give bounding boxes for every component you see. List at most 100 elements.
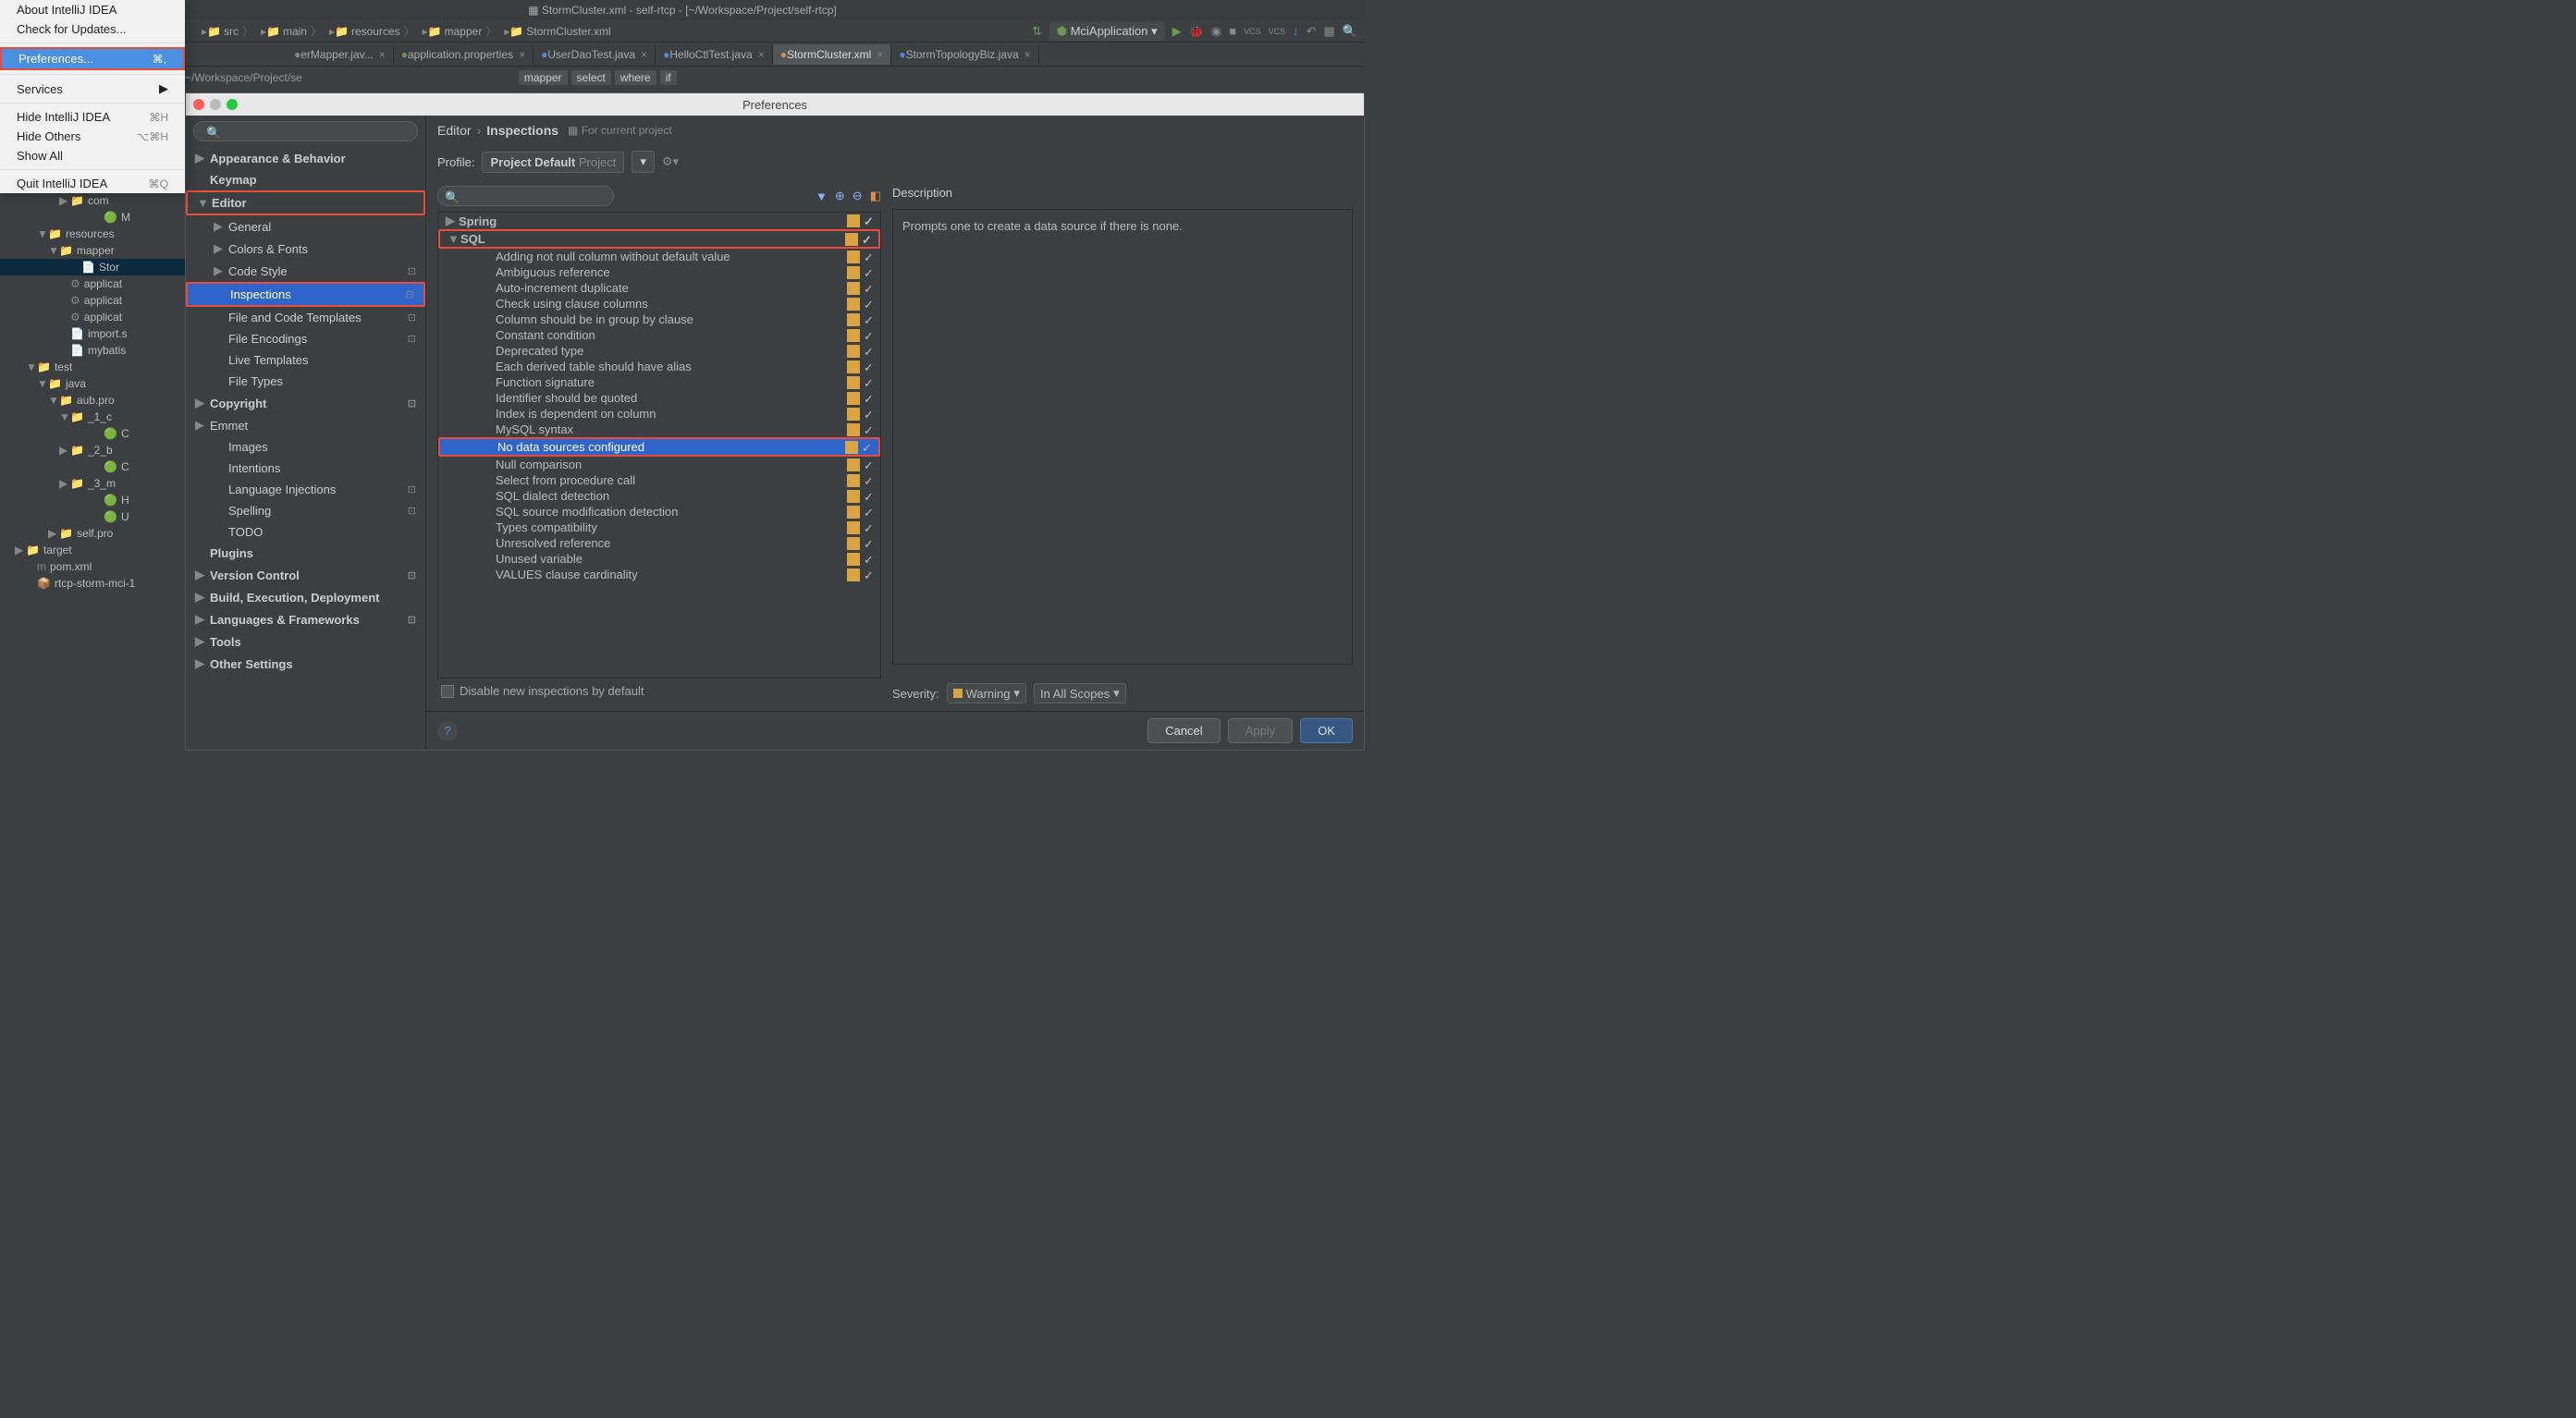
minimize-window-icon[interactable] — [210, 99, 221, 110]
prefs-category[interactable]: ▶Languages & Frameworks⊡ — [186, 608, 425, 630]
tree-node[interactable]: 🟢C — [0, 425, 185, 442]
tree-node[interactable]: 🟢U — [0, 508, 185, 525]
inspection-item[interactable]: Unused variable✓ — [438, 551, 880, 567]
path-tag[interactable]: mapper — [519, 70, 568, 85]
checkbox[interactable]: ✓ — [864, 266, 877, 279]
prefs-category[interactable]: ▶Version Control⊡ — [186, 564, 425, 586]
inspection-item[interactable]: MySQL syntax✓ — [438, 422, 880, 437]
menu-item[interactable]: Hide Others⌥⌘H — [0, 127, 185, 146]
preferences-search-input[interactable] — [193, 121, 418, 141]
tree-node[interactable]: ⚙applicat — [0, 309, 185, 325]
inspection-category[interactable]: ▼SQL✓ — [438, 229, 880, 249]
prefs-category[interactable]: Keymap — [186, 169, 425, 190]
vcs-label-2[interactable]: VCS — [1269, 27, 1286, 36]
tree-node[interactable]: ▼📁aub.pro — [0, 392, 185, 409]
crumb-editor[interactable]: Editor — [437, 123, 472, 138]
prefs-category[interactable]: File Types — [186, 371, 425, 392]
menu-item[interactable]: Services▶ — [0, 79, 185, 99]
inspection-item[interactable]: Auto-increment duplicate✓ — [438, 280, 880, 296]
inspection-item[interactable]: Constant condition✓ — [438, 327, 880, 343]
close-window-icon[interactable] — [193, 99, 204, 110]
checkbox[interactable]: ✓ — [864, 568, 877, 581]
checkbox[interactable]: ✓ — [864, 313, 877, 326]
filter-icon[interactable]: ▼ — [816, 189, 828, 203]
vcs-down-icon[interactable]: ↓ — [1293, 24, 1299, 38]
prefs-category[interactable]: ▶Copyright⊡ — [186, 392, 425, 414]
inspection-item[interactable]: Identifier should be quoted✓ — [438, 390, 880, 406]
checkbox[interactable]: ✓ — [864, 345, 877, 358]
editor-tab[interactable]: ● erMapper.jav... × — [287, 44, 394, 65]
preferences-sidebar[interactable]: 🔍 ▶Appearance & BehaviorKeymap▼Editor▶Ge… — [186, 116, 426, 750]
search-icon[interactable]: 🔍 — [1343, 24, 1357, 39]
tree-node[interactable]: 📄import.s — [0, 325, 185, 342]
prefs-category[interactable]: Intentions — [186, 458, 425, 479]
prefs-category[interactable]: Images — [186, 436, 425, 458]
prefs-category[interactable]: ▶Colors & Fonts — [186, 238, 425, 260]
prefs-category[interactable]: Spelling⊡ — [186, 500, 425, 521]
path-tag[interactable]: where — [615, 70, 656, 85]
prefs-category[interactable]: ▶Code Style⊡ — [186, 260, 425, 282]
tree-node[interactable]: ▼📁_1_c — [0, 409, 185, 425]
prefs-category[interactable]: Language Injections⊡ — [186, 479, 425, 500]
disable-new-checkbox-row[interactable]: Disable new inspections by default — [437, 678, 881, 703]
prefs-category[interactable]: ▶Tools — [186, 630, 425, 653]
tree-node[interactable]: ▼📁test — [0, 359, 185, 375]
inspection-item[interactable]: No data sources configured✓ — [438, 437, 880, 457]
tree-node[interactable]: ▶📁_3_m — [0, 475, 185, 492]
close-tab-icon[interactable]: × — [877, 48, 883, 61]
close-tab-icon[interactable]: × — [641, 48, 647, 61]
path-tag[interactable]: select — [571, 70, 611, 85]
checkbox[interactable]: ✓ — [862, 233, 875, 246]
vcs-label-1[interactable]: VCS — [1244, 27, 1261, 36]
checkbox[interactable]: ✓ — [864, 376, 877, 389]
checkbox[interactable]: ✓ — [864, 506, 877, 519]
prefs-category[interactable]: File and Code Templates⊡ — [186, 307, 425, 328]
close-tab-icon[interactable]: × — [519, 48, 525, 61]
gear-icon[interactable]: ⚙▾ — [662, 154, 679, 169]
checkbox[interactable]: ✓ — [864, 521, 877, 534]
ok-button[interactable]: OK — [1300, 718, 1353, 743]
checkbox[interactable]: ✓ — [864, 490, 877, 503]
inspection-item[interactable]: Types compatibility✓ — [438, 520, 880, 535]
profile-dropdown[interactable]: ▾ — [632, 151, 655, 173]
checkbox[interactable]: ✓ — [864, 408, 877, 421]
profile-selector[interactable]: Project Default Project — [482, 152, 624, 173]
inspections-search-input[interactable] — [437, 186, 614, 206]
tree-node[interactable]: ▶📁com — [0, 192, 185, 209]
checkbox[interactable]: ✓ — [864, 298, 877, 311]
tree-node[interactable]: ▼📁resources — [0, 226, 185, 242]
prefs-category[interactable]: TODO — [186, 521, 425, 543]
prefs-category[interactable]: Live Templates — [186, 349, 425, 371]
inspection-item[interactable]: Check using clause columns✓ — [438, 296, 880, 312]
tree-node[interactable]: 📄mybatis — [0, 342, 185, 359]
inspection-item[interactable]: Function signature✓ — [438, 374, 880, 390]
close-tab-icon[interactable]: × — [379, 48, 386, 61]
layout-icon[interactable]: ▦ — [1324, 24, 1335, 39]
run-icon[interactable]: ▶ — [1172, 24, 1182, 39]
menu-item[interactable]: Show All — [0, 146, 185, 165]
prefs-category[interactable]: ▶Build, Execution, Deployment — [186, 586, 425, 608]
menu-item[interactable]: Hide IntelliJ IDEA⌘H — [0, 107, 185, 127]
editor-tab[interactable]: ● UserDaoTest.java × — [534, 44, 656, 65]
collapse-icon[interactable]: ⊖ — [853, 189, 863, 203]
tree-node[interactable]: ▼📁java — [0, 375, 185, 392]
inspection-item[interactable]: SQL source modification detection✓ — [438, 504, 880, 520]
tree-node[interactable]: 📄Stor — [0, 259, 185, 275]
preferences-search[interactable]: 🔍 — [193, 121, 418, 141]
tree-node[interactable]: 📦rtcp-storm-mci-1 — [0, 575, 185, 592]
editor-tab[interactable]: ● StormCluster.xml × — [773, 44, 892, 65]
tree-node[interactable]: ▶📁_2_b — [0, 442, 185, 458]
breadcrumb-item[interactable]: ▸📁mapper〉 — [423, 23, 501, 39]
editor-tab[interactable]: ● HelloCtlTest.java × — [656, 44, 773, 65]
checkbox[interactable]: ✓ — [864, 282, 877, 295]
menu-item[interactable]: Preferences...⌘, — [0, 47, 185, 70]
cancel-button[interactable]: Cancel — [1147, 718, 1220, 743]
checkbox[interactable]: ✓ — [864, 553, 877, 566]
tree-node[interactable]: ⚙applicat — [0, 275, 185, 292]
checkbox[interactable]: ✓ — [864, 361, 877, 373]
maximize-window-icon[interactable] — [227, 99, 238, 110]
checkbox[interactable]: ✓ — [864, 458, 877, 471]
tree-node[interactable]: 🟢C — [0, 458, 185, 475]
checkbox[interactable]: ✓ — [864, 392, 877, 405]
checkbox[interactable]: ✓ — [864, 329, 877, 342]
